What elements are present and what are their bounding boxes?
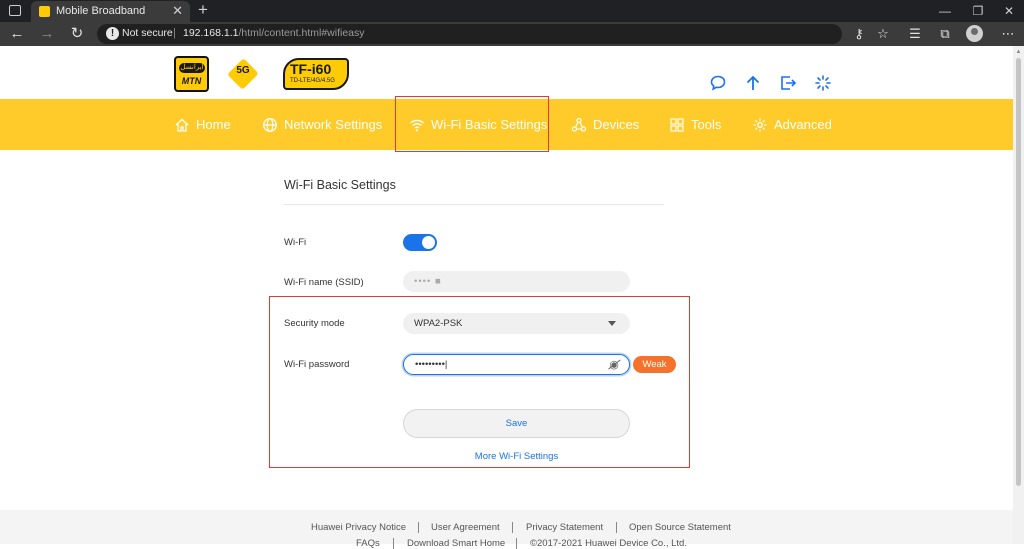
nav-item-advanced[interactable]: Advanced <box>752 99 832 150</box>
tab-favicon-icon <box>39 6 50 17</box>
nav-label-wifi-basic-settings: Wi-Fi Basic Settings <box>431 117 548 132</box>
url-input[interactable]: ! Not secure | 192.168.1.1/html/content.… <box>97 24 842 44</box>
password-value: •••••••••| <box>415 359 448 370</box>
tab-close-icon[interactable]: ✕ <box>172 3 183 19</box>
window-close-icon[interactable]: ✕ <box>994 2 1024 20</box>
nav-label-tools: Tools <box>691 117 722 132</box>
url-host: 192.168.1.1 <box>183 27 239 39</box>
security-mode-value: WPA2-PSK <box>414 318 463 329</box>
footer: Huawei Privacy Notice User Agreement Pri… <box>0 510 1013 549</box>
upload-icon[interactable] <box>743 74 763 94</box>
nav-item-network-settings[interactable]: Network Settings <box>262 99 382 150</box>
browser-tab[interactable]: Mobile Broadband ✕ <box>31 1 190 22</box>
restore-icon[interactable]: ❐ <box>963 2 993 20</box>
back-icon[interactable]: ← <box>8 25 26 43</box>
nav-item-tools[interactable]: Tools <box>669 99 721 150</box>
nav-label-devices: Devices <box>593 117 640 132</box>
globe-icon <box>263 117 277 132</box>
not-secure-label[interactable]: Not secure <box>122 27 173 39</box>
tab-actions-icon[interactable] <box>9 5 21 16</box>
home-icon <box>175 118 189 132</box>
wifi-toggle[interactable] <box>403 234 437 251</box>
5g-logo: 5G <box>227 58 259 90</box>
save-button[interactable]: Save <box>403 409 630 438</box>
forward-icon[interactable]: → <box>38 25 56 43</box>
footer-link-user-agreement[interactable]: User Agreement <box>431 522 500 533</box>
footer-separator <box>418 522 419 533</box>
more-menu-icon[interactable]: ⋯ <box>999 25 1017 43</box>
profile-avatar[interactable] <box>966 25 983 42</box>
nav-label-advanced: Advanced <box>774 117 832 132</box>
model-name: TF-i60 <box>290 61 332 77</box>
eye-off-icon[interactable]: ◉ <box>607 358 621 372</box>
5g-logo-text: 5G <box>236 65 250 76</box>
nav-label-network-settings: Network Settings <box>284 117 383 132</box>
footer-separator <box>512 522 513 533</box>
browser-address-bar: ← → ↻ ! Not secure | 192.168.1.1/html/co… <box>0 22 1024 46</box>
warning-icon[interactable]: ! <box>106 27 119 40</box>
footer-link-open-source[interactable]: Open Source Statement <box>629 522 731 533</box>
url-text: 192.168.1.1/html/content.html#wifieasy <box>183 27 365 39</box>
message-icon[interactable] <box>708 74 728 94</box>
logout-icon[interactable] <box>778 74 798 94</box>
model-subtitle: TD-LTE/4G/4.5G <box>290 78 335 84</box>
minimize-icon[interactable]: — <box>930 2 960 20</box>
wifi-toggle-knob <box>422 236 435 249</box>
footer-link-privacy-notice[interactable]: Huawei Privacy Notice <box>311 522 406 533</box>
favorite-icon[interactable]: ☆ <box>874 25 892 43</box>
browser-tab-bar: Mobile Broadband ✕ + — ❐ ✕ <box>0 0 1024 22</box>
password-label: Wi-Fi password <box>284 359 350 370</box>
nav-item-home[interactable]: Home <box>174 99 231 150</box>
wifi-icon <box>410 119 424 131</box>
caret-down-icon <box>608 321 616 326</box>
tools-icon <box>670 117 684 132</box>
scroll-thumb[interactable] <box>1016 58 1021 486</box>
scroll-up-icon[interactable]: ▲ <box>1014 48 1023 57</box>
key-icon[interactable]: ⚷ <box>850 25 868 43</box>
main-nav: Home Network Settings Wi-Fi Basic Settin… <box>0 99 1024 150</box>
nav-item-wifi-basic-settings[interactable]: Wi-Fi Basic Settings <box>409 99 547 150</box>
loading-icon[interactable] <box>813 74 833 94</box>
security-mode-select[interactable]: WPA2-PSK <box>403 313 630 334</box>
url-path: /html/content.html#wifieasy <box>238 27 365 39</box>
url-separator: | <box>173 27 176 39</box>
title-divider <box>284 204 664 205</box>
mtn-text: MTN <box>181 76 202 86</box>
security-mode-label: Security mode <box>284 318 345 329</box>
reload-icon[interactable]: ↻ <box>68 25 86 43</box>
wifi-label: Wi-Fi <box>284 237 307 248</box>
password-strength-badge: Weak <box>633 356 676 373</box>
nav-label-home: Home <box>196 117 231 132</box>
mtn-farsi-text: ایرانسل <box>179 63 205 73</box>
page-title: Wi-Fi Basic Settings <box>284 178 396 192</box>
devices-icon <box>571 117 587 132</box>
tab-title: Mobile Broadband <box>56 5 146 17</box>
mtn-logo: ایرانسل MTN <box>174 56 209 92</box>
collections-icon[interactable]: ⧉ <box>936 25 954 43</box>
favorites-list-icon[interactable]: ☰ <box>906 25 924 43</box>
more-wifi-settings-link[interactable]: More Wi-Fi Settings <box>403 451 630 462</box>
password-input[interactable]: •••••••••| ◉ <box>403 354 630 375</box>
gear-icon <box>753 118 767 131</box>
ssid-label: Wi-Fi name (SSID) <box>284 277 364 288</box>
model-logo: TF-i60 TD-LTE/4G/4.5G <box>283 58 349 90</box>
footer-separator <box>616 522 617 533</box>
new-tab-icon[interactable]: + <box>198 0 208 20</box>
footer-link-privacy-statement[interactable]: Privacy Statement <box>526 522 603 533</box>
nav-item-devices[interactable]: Devices <box>571 99 639 150</box>
ssid-input[interactable]: •••• ■ <box>403 271 630 292</box>
